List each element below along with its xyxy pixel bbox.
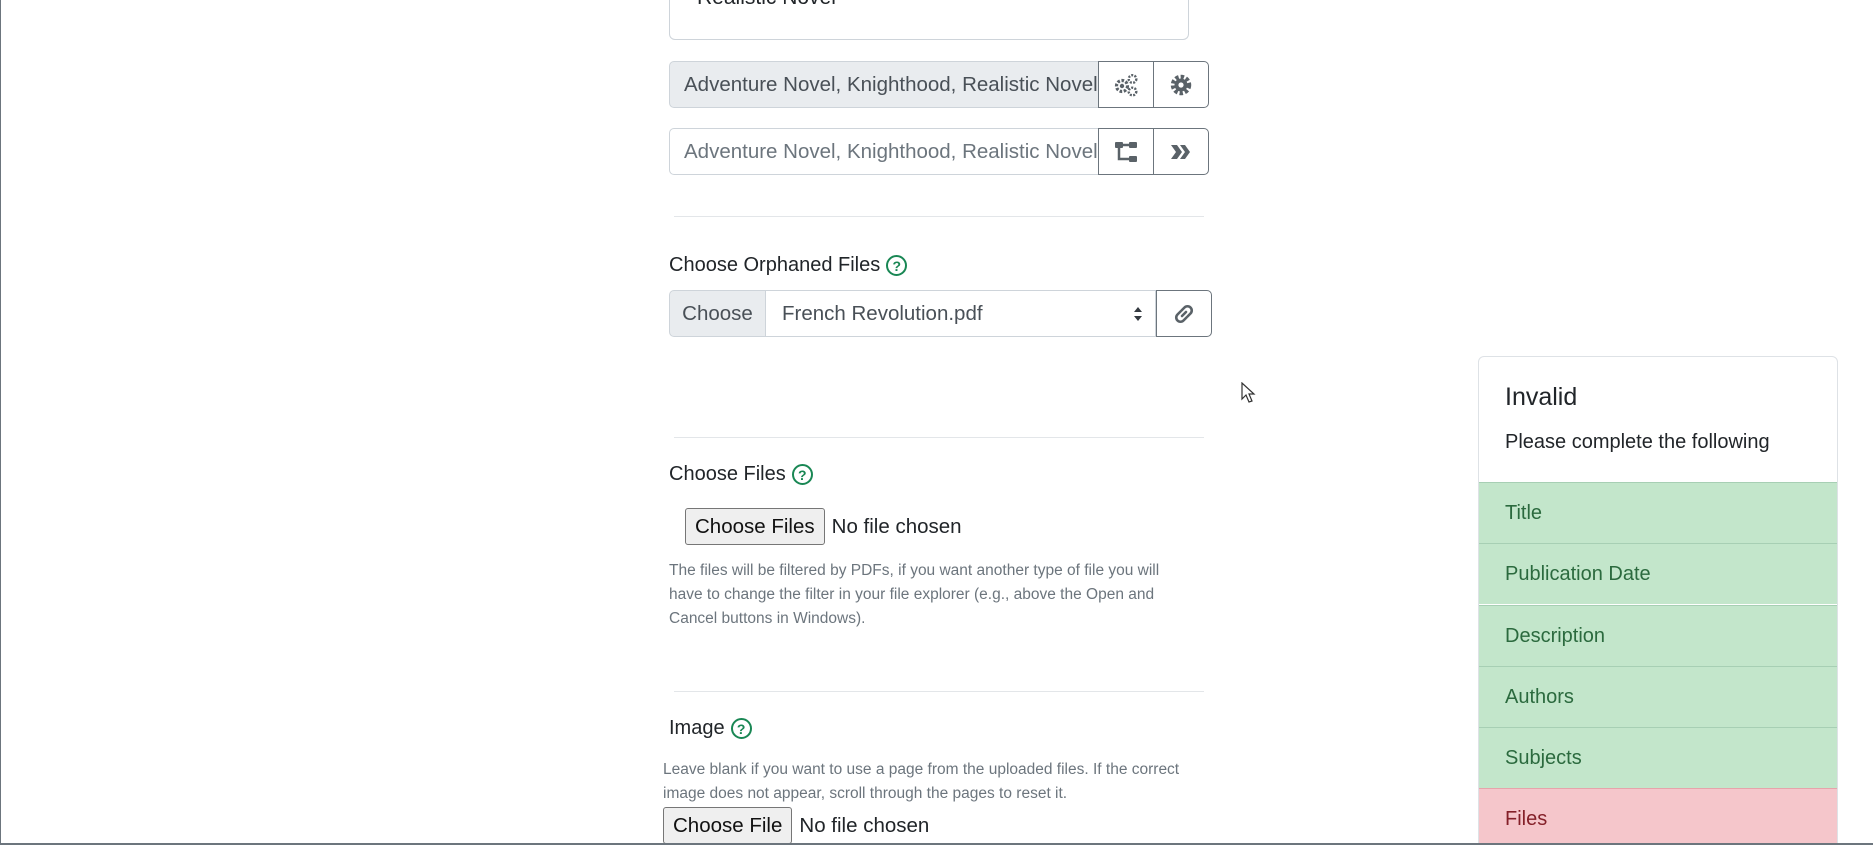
validation-item-publication-date[interactable]: Publication Date bbox=[1479, 543, 1837, 604]
divider bbox=[674, 691, 1204, 692]
validation-item-description[interactable]: Description bbox=[1479, 605, 1837, 666]
files-status: No file chosen bbox=[831, 514, 962, 538]
choose-files-label-text: Choose Files bbox=[669, 463, 786, 485]
gear-button[interactable] bbox=[1153, 61, 1209, 108]
image-label: Image ? bbox=[669, 717, 752, 740]
link-icon bbox=[1174, 304, 1194, 323]
sitemap-icon bbox=[1115, 141, 1137, 162]
files-hint: The files will be filtered by PDFs, if y… bbox=[669, 562, 1160, 627]
subjects-search-group: Adventure Novel, Knighthood, Realistic N… bbox=[669, 128, 1209, 175]
image-label-text: Image bbox=[669, 717, 725, 739]
question-circle-icon[interactable]: ? bbox=[886, 255, 908, 276]
divider bbox=[674, 437, 1204, 438]
question-circle-icon[interactable]: ? bbox=[730, 718, 752, 739]
select-arrows-icon bbox=[1134, 307, 1142, 321]
image-input: Choose File No file chosen bbox=[663, 807, 929, 844]
choose-files-label: Choose Files ? bbox=[669, 463, 813, 486]
divider bbox=[674, 216, 1204, 217]
orphaned-files-label: Choose Orphaned Files ? bbox=[669, 254, 908, 277]
link-button[interactable] bbox=[1156, 290, 1212, 337]
validation-item-files[interactable]: Files bbox=[1479, 788, 1837, 844]
subject-tag-label: Realistic Novel bbox=[697, 0, 836, 10]
image-hint: Leave blank if you want to use a page fr… bbox=[663, 761, 1180, 802]
page-left-border bbox=[0, 0, 1, 845]
hive-icon bbox=[1171, 144, 1190, 159]
validation-item-title[interactable]: Title bbox=[1479, 482, 1837, 543]
orphaned-files-group: Choose French Revolution.pdf bbox=[669, 290, 1212, 337]
validation-item-authors[interactable]: Authors bbox=[1479, 666, 1837, 727]
subjects-selected-field[interactable]: Adventure Novel, Knighthood, Realistic N… bbox=[669, 61, 1099, 108]
gears-button[interactable] bbox=[1098, 61, 1154, 108]
subjects-search-input[interactable]: Adventure Novel, Knighthood, Realistic N… bbox=[669, 128, 1099, 175]
validation-item-subjects[interactable]: Subjects bbox=[1479, 727, 1837, 788]
validation-panel: Invalid Please complete the following Ti… bbox=[1478, 356, 1838, 845]
subjects-selected-group: Adventure Novel, Knighthood, Realistic N… bbox=[669, 61, 1209, 108]
mouse-cursor-icon bbox=[1241, 382, 1256, 403]
remove-tag-icon[interactable]: × bbox=[1147, 0, 1160, 8]
sitemap-button[interactable] bbox=[1098, 128, 1154, 175]
question-circle-icon[interactable]: ? bbox=[791, 464, 813, 485]
orphaned-files-select[interactable]: French Revolution.pdf bbox=[766, 290, 1156, 337]
orphaned-files-label-text: Choose Orphaned Files bbox=[669, 254, 881, 276]
image-status: No file chosen bbox=[799, 813, 930, 837]
validation-subtitle: Please complete the following bbox=[1505, 431, 1770, 453]
gear-icon bbox=[1170, 74, 1192, 95]
gears-icon bbox=[1114, 73, 1138, 96]
choose-prefix: Choose bbox=[669, 290, 766, 337]
choose-files-button[interactable]: Choose Files bbox=[685, 508, 825, 545]
files-input: Choose Files No file chosen bbox=[685, 508, 962, 545]
validation-title: Invalid bbox=[1505, 383, 1578, 411]
orphaned-files-selected: French Revolution.pdf bbox=[782, 301, 983, 325]
hive-button[interactable] bbox=[1153, 128, 1209, 175]
choose-file-button[interactable]: Choose File bbox=[663, 807, 793, 844]
selected-subject-tag: Realistic Novel × bbox=[669, 0, 1189, 40]
